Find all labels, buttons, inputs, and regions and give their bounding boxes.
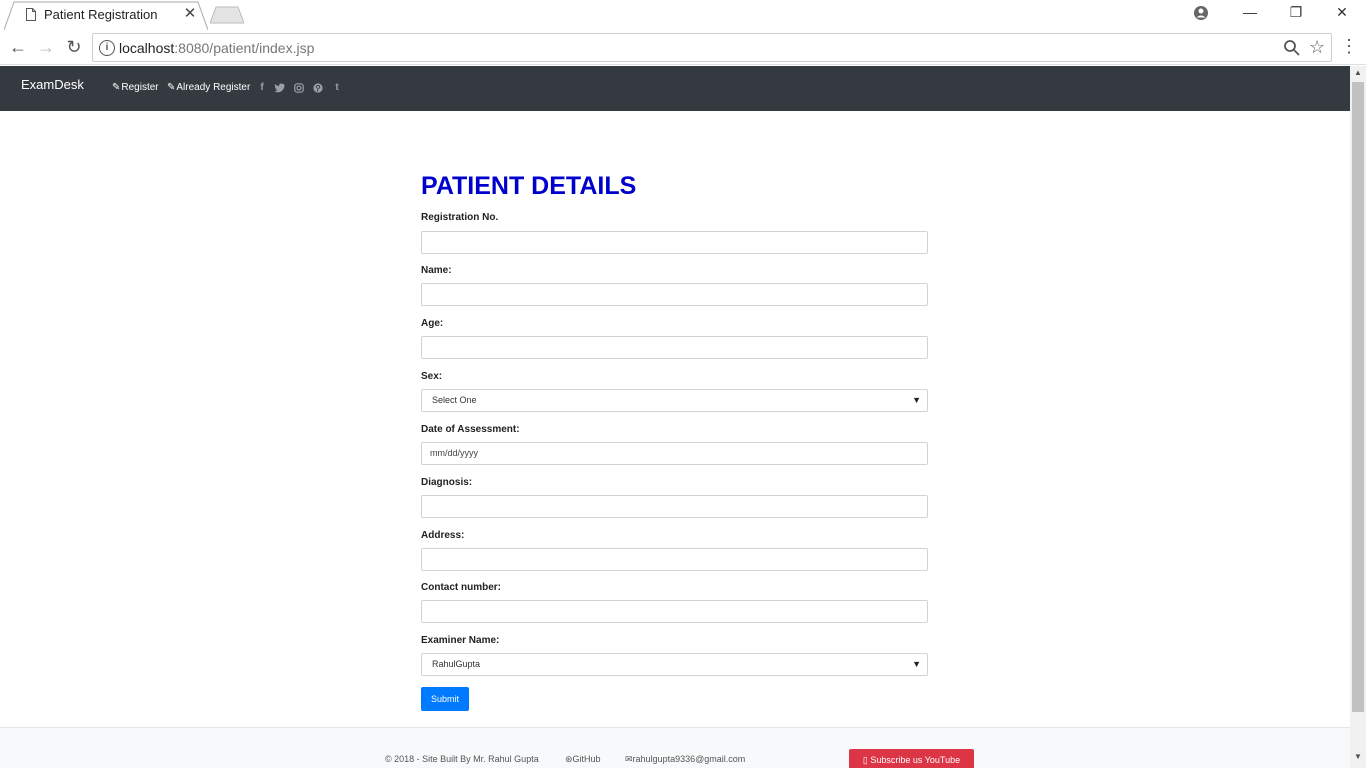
browser-tabstrip: Patient Registration ✕ — ❐ ✕ — [0, 0, 1366, 30]
date-of-assessment-input[interactable]: mm/dd/yyyy — [421, 442, 928, 465]
document-icon — [26, 8, 36, 21]
browser-toolbar: ← → ↻ i localhost:8080/patient/index.jsp… — [0, 30, 1366, 65]
diagnosis-input[interactable] — [421, 495, 928, 518]
pencil-icon: ✎ — [112, 82, 121, 93]
github-icon: ⊛ — [565, 754, 573, 764]
url-text[interactable]: localhost:8080/patient/index.jsp — [119, 40, 314, 56]
pencil-icon: ✎ — [167, 82, 176, 93]
minimize-button[interactable]: — — [1238, 4, 1262, 24]
site-navbar: ExamDesk ✎Register ✎Already Register f t — [0, 66, 1350, 111]
page-viewport: ExamDesk ✎Register ✎Already Register f t… — [0, 66, 1350, 768]
youtube-subscribe-button[interactable]: ▯ Subscribe us YouTube — [849, 749, 974, 768]
instagram-icon[interactable] — [293, 83, 305, 93]
facebook-icon[interactable]: f — [256, 82, 268, 93]
name-input[interactable] — [421, 283, 928, 306]
age-input[interactable] — [421, 336, 928, 359]
submit-button[interactable]: Submit — [421, 687, 469, 711]
scroll-thumb[interactable] — [1352, 82, 1364, 712]
sex-label: Sex: — [421, 371, 443, 382]
age-label: Age: — [421, 318, 444, 329]
pinterest-icon[interactable] — [312, 83, 324, 93]
scroll-up-icon[interactable]: ▲ — [1354, 68, 1362, 77]
address-input[interactable] — [421, 548, 928, 571]
site-footer: © 2018 - Site Built By Mr. Rahul Gupta ⊛… — [0, 727, 1350, 768]
address-bar[interactable]: i localhost:8080/patient/index.jsp ☆ — [92, 33, 1332, 62]
examiner-name-select[interactable]: RahulGupta ▼ — [421, 653, 928, 676]
date-of-assessment-label: Date of Assessment: — [421, 424, 520, 435]
browser-menu-icon[interactable]: ⋮ — [1340, 37, 1358, 57]
tumblr-icon[interactable]: t — [331, 82, 343, 93]
twitter-icon[interactable] — [274, 83, 286, 93]
reload-icon[interactable]: ↻ — [64, 38, 84, 56]
page-title: PATIENT DETAILS — [421, 172, 637, 200]
close-window-button[interactable]: ✕ — [1330, 4, 1354, 24]
address-label: Address: — [421, 530, 465, 541]
tab-close-icon[interactable]: ✕ — [182, 6, 198, 22]
examiner-selected-value: RahulGupta — [432, 659, 481, 669]
registration-no-label: Registration No. — [421, 212, 499, 223]
profile-icon[interactable] — [1192, 4, 1210, 22]
page-scrollbar[interactable]: ▲ ▼ — [1350, 66, 1366, 768]
sex-select[interactable]: Select One ▼ — [421, 389, 928, 412]
contact-number-label: Contact number: — [421, 582, 501, 593]
nav-link-register[interactable]: ✎Register — [112, 82, 159, 93]
zoom-icon[interactable] — [1283, 39, 1301, 57]
registration-no-input[interactable] — [421, 231, 928, 254]
maximize-button[interactable]: ❐ — [1284, 4, 1308, 24]
scroll-down-icon[interactable]: ▼ — [1354, 752, 1362, 761]
patient-form: PATIENT DETAILS Registration No. Name: A… — [421, 170, 928, 711]
navbar-brand[interactable]: ExamDesk — [21, 77, 84, 92]
footer-email-link[interactable]: ✉rahulgupta9336@gmail.com — [625, 754, 745, 765]
new-tab-button[interactable] — [210, 6, 244, 24]
info-icon[interactable]: i — [99, 40, 115, 56]
footer-github-link[interactable]: ⊛GitHub — [565, 754, 601, 765]
name-label: Name: — [421, 265, 452, 276]
caret-down-icon: ▼ — [912, 659, 921, 669]
tab-title[interactable]: Patient Registration — [44, 7, 157, 22]
forward-icon[interactable]: → — [36, 38, 56, 56]
examiner-name-label: Examiner Name: — [421, 635, 500, 646]
nav-link-already-register[interactable]: ✎Already Register — [167, 82, 250, 93]
contact-number-input[interactable] — [421, 600, 928, 623]
sex-selected-value: Select One — [432, 395, 477, 405]
envelope-icon: ✉ — [625, 754, 633, 764]
back-icon[interactable]: ← — [8, 38, 28, 56]
caret-down-icon: ▼ — [912, 395, 921, 405]
footer-copyright: © 2018 - Site Built By Mr. Rahul Gupta — [385, 754, 539, 764]
bookmark-star-icon[interactable]: ☆ — [1309, 37, 1325, 58]
diagnosis-label: Diagnosis: — [421, 477, 473, 488]
